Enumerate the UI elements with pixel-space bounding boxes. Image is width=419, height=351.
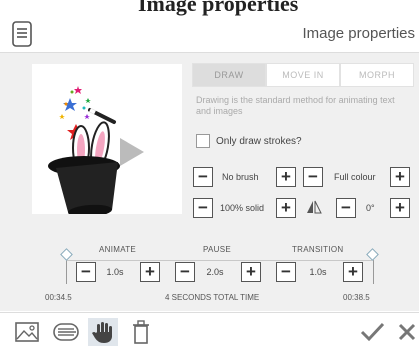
pause-minus-button[interactable]: − bbox=[175, 262, 195, 282]
only-draw-strokes-row: Only draw strokes? bbox=[196, 134, 302, 148]
image-icon[interactable] bbox=[12, 318, 42, 346]
hand-icon[interactable] bbox=[88, 318, 118, 346]
image-thumbnail[interactable] bbox=[32, 64, 182, 218]
footer-toolbar bbox=[0, 312, 419, 351]
brush-plus-button[interactable]: + bbox=[276, 167, 296, 187]
tab-morph[interactable]: MORPH bbox=[340, 63, 414, 87]
transition-plus-button[interactable]: + bbox=[343, 262, 363, 282]
top-heading-text: Image properties bbox=[138, 0, 299, 16]
timeline-end-handle[interactable] bbox=[366, 248, 379, 261]
mirror-triangle-icon[interactable] bbox=[306, 200, 322, 219]
opacity-plus-button[interactable]: + bbox=[276, 198, 296, 218]
angle-value: 0° bbox=[366, 203, 375, 213]
brush-minus-button[interactable]: − bbox=[193, 167, 213, 187]
properties-panel: DRAW MOVE IN MORPH Drawing is the standa… bbox=[0, 53, 419, 311]
total-time: 4 SECONDS TOTAL TIME bbox=[165, 293, 260, 302]
transition-minus-button[interactable]: − bbox=[276, 262, 296, 282]
only-draw-strokes-label: Only draw strokes? bbox=[216, 135, 302, 147]
opacity-value: 100% solid bbox=[220, 203, 265, 213]
panel-header: Image properties bbox=[0, 18, 419, 53]
angle-plus-button[interactable]: + bbox=[390, 198, 410, 218]
colour-value: Full colour bbox=[334, 172, 376, 182]
document-menu-icon[interactable] bbox=[12, 21, 32, 47]
only-draw-strokes-checkbox[interactable] bbox=[196, 134, 210, 148]
animate-label: ANIMATE bbox=[99, 245, 137, 254]
text-lines-icon[interactable] bbox=[50, 318, 80, 346]
pause-plus-button[interactable]: + bbox=[241, 262, 261, 282]
timeline-start-handle[interactable] bbox=[60, 248, 73, 261]
animate-value: 1.0s bbox=[106, 267, 124, 277]
animate-minus-button[interactable]: − bbox=[76, 262, 96, 282]
top-heading-strip: Image properties bbox=[0, 0, 419, 18]
check-icon[interactable] bbox=[357, 318, 387, 346]
opacity-minus-button[interactable]: − bbox=[193, 198, 213, 218]
animate-plus-button[interactable]: + bbox=[140, 262, 160, 282]
transition-value: 1.0s bbox=[309, 267, 327, 277]
close-icon[interactable] bbox=[393, 318, 419, 346]
trash-icon[interactable] bbox=[126, 318, 156, 346]
method-description: Drawing is the standard method for anima… bbox=[196, 95, 395, 116]
transition-label: TRANSITION bbox=[292, 245, 344, 254]
pause-value: 2.0s bbox=[206, 267, 224, 277]
magic-hat-illustration bbox=[48, 86, 144, 218]
animation-tabs: DRAW MOVE IN MORPH bbox=[192, 63, 414, 87]
colour-plus-button[interactable]: + bbox=[390, 167, 410, 187]
pause-label: PAUSE bbox=[203, 245, 232, 254]
brush-value: No brush bbox=[222, 172, 259, 182]
tab-move-in[interactable]: MOVE IN bbox=[266, 63, 340, 87]
tab-draw[interactable]: DRAW bbox=[192, 63, 266, 87]
angle-minus-button[interactable]: − bbox=[336, 198, 356, 218]
colour-minus-button[interactable]: − bbox=[303, 167, 323, 187]
end-time: 00:38.5 bbox=[343, 293, 370, 302]
panel-title: Image properties bbox=[302, 25, 415, 42]
start-time: 00:34.5 bbox=[45, 293, 72, 302]
